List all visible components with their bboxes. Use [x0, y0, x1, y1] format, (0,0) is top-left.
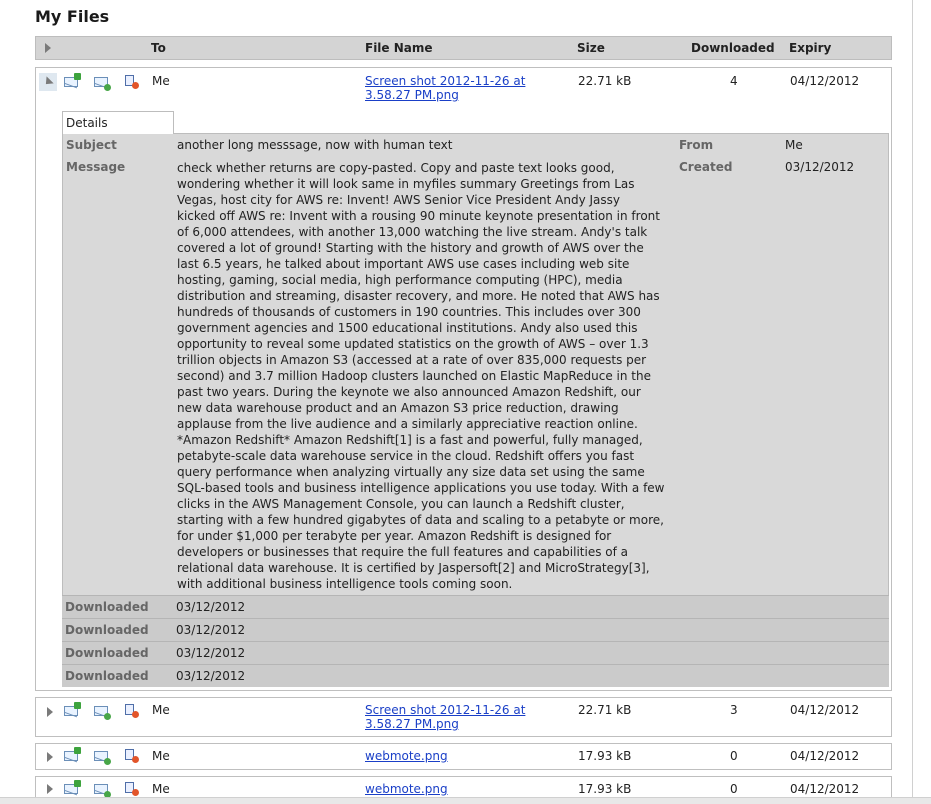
file-name-link[interactable]: Screen shot 2012-11-26 at 3.58.27 PM.png: [365, 703, 525, 731]
message-line: distribution and streaming, disaster rec…: [177, 289, 660, 303]
collapse-button[interactable]: [39, 73, 57, 91]
row-expiry: 04/12/2012: [790, 782, 860, 796]
add-mail-icon[interactable]: [94, 76, 111, 91]
expand-arrow-icon[interactable]: [47, 784, 53, 794]
message-line: Vegas, host city for AWS re: Invent! AWS…: [177, 193, 621, 207]
add-mail-icon[interactable]: [94, 705, 111, 720]
row-size: 22.71 kB: [578, 703, 632, 717]
downloaded-date: 03/12/2012: [176, 669, 246, 683]
row-downloaded-count: 4: [730, 74, 738, 88]
message-line: opportunity to reveal some updated stati…: [177, 337, 649, 351]
downloaded-date: 03/12/2012: [176, 600, 246, 614]
downloaded-label: Downloaded: [65, 646, 149, 660]
row-downloaded-count: 0: [730, 749, 738, 763]
message-line: SQL-based tools and business intelligenc…: [177, 481, 665, 495]
forward-mail-icon[interactable]: [64, 73, 81, 88]
delete-file-icon[interactable]: [124, 749, 139, 763]
row-expiry: 04/12/2012: [790, 749, 860, 763]
message-line: hosting, gaming, social media, high perf…: [177, 273, 623, 287]
row-size: 17.93 kB: [578, 782, 632, 796]
forward-mail-icon[interactable]: [64, 747, 81, 762]
message-line: check whether returns are copy-pasted. C…: [177, 161, 615, 175]
file-name-link[interactable]: Screen shot 2012-11-26 at 3.58.27 PM.png: [365, 74, 525, 102]
message-line: petabyte-scale data warehouse service in…: [177, 449, 635, 463]
download-history-row: Downloaded 03/12/2012: [62, 595, 889, 618]
message-line: with additional business intelligence to…: [177, 577, 513, 591]
downloaded-label: Downloaded: [65, 623, 149, 637]
download-history-row: Downloaded 03/12/2012: [62, 641, 889, 664]
message-line: *Amazon Redshift* Amazon Redshift[1] is …: [177, 433, 643, 447]
created-label: Created: [679, 160, 733, 174]
tab-details[interactable]: Details: [62, 111, 174, 134]
message-line: second) and 3.7 million Hadoop clusters …: [177, 369, 651, 383]
row-size: 22.71 kB: [578, 74, 632, 88]
message-line: relational data warehouse. It is certifi…: [177, 561, 650, 575]
add-mail-icon[interactable]: [94, 783, 111, 798]
column-header-downloaded[interactable]: Downloaded: [691, 41, 775, 55]
column-header-expiry[interactable]: Expiry: [789, 41, 831, 55]
row-to: Me: [152, 749, 170, 763]
from-label: From: [679, 138, 714, 152]
delete-file-icon[interactable]: [124, 782, 139, 796]
message-line: trillion objects in Amazon S3 (accessed …: [177, 353, 647, 367]
message-line: new data warehouse product and an Amazon…: [177, 401, 619, 415]
column-header-file-name[interactable]: File Name: [365, 41, 433, 55]
expand-arrow-icon[interactable]: [47, 707, 53, 717]
download-history-row: Downloaded 03/12/2012: [62, 618, 889, 641]
message-line: covered a lot of ground! Starting with t…: [177, 241, 644, 255]
row-downloaded-count: 0: [730, 782, 738, 796]
downloaded-date: 03/12/2012: [176, 646, 246, 660]
message-line: developers or businesses that require th…: [177, 545, 629, 559]
page-right-border: [912, 0, 913, 803]
delete-file-icon[interactable]: [124, 75, 139, 89]
message-line: for under $1,000 per terabyte per year. …: [177, 529, 612, 543]
page-title: My Files: [35, 7, 110, 26]
message-line: query performance when analyzing virtual…: [177, 465, 645, 479]
message-line: last 6.5 years, he talked about importan…: [177, 257, 630, 271]
row-to: Me: [152, 703, 170, 717]
message-line: of 6,000 attendees, with another 13,000 …: [177, 225, 648, 239]
message-line: clicks in the AWS Management Console, yo…: [177, 497, 625, 511]
message-line: kicked off AWS re: Invent with a rousing…: [177, 209, 660, 223]
message-label: Message: [66, 160, 126, 174]
forward-mail-icon[interactable]: [64, 702, 81, 717]
row-to: Me: [152, 74, 170, 88]
subject-value: another long messsage, now with human te…: [177, 138, 453, 152]
message-line: hundreds of thousands of customers in 19…: [177, 305, 641, 319]
message-line: government agencies and 1500 educational…: [177, 321, 638, 335]
row-to: Me: [152, 782, 170, 796]
downloaded-label: Downloaded: [65, 669, 149, 683]
expand-all-icon[interactable]: [45, 43, 51, 53]
message-line: wondering whether it will look same in m…: [177, 177, 635, 191]
message-line: applause from the live audience and a si…: [177, 417, 638, 431]
created-value: 03/12/2012: [785, 160, 855, 174]
row-expiry: 04/12/2012: [790, 703, 860, 717]
downloaded-date: 03/12/2012: [176, 623, 246, 637]
expand-arrow-icon[interactable]: [47, 752, 53, 762]
file-name-link[interactable]: webmote.png: [365, 782, 448, 796]
message-line: starting with a few hundred gigabytes of…: [177, 513, 664, 527]
row-size: 17.93 kB: [578, 749, 632, 763]
downloaded-label: Downloaded: [65, 600, 149, 614]
table-row[interactable]: Me webmote.png 17.93 kB 0 04/12/2012: [35, 743, 892, 770]
table-header: To File Name Size Downloaded Expiry: [35, 36, 892, 60]
column-header-to[interactable]: To: [151, 41, 166, 55]
row-downloaded-count: 3: [730, 703, 738, 717]
forward-mail-icon[interactable]: [64, 780, 81, 795]
from-value: Me: [785, 138, 803, 152]
file-name-link[interactable]: webmote.png: [365, 749, 448, 763]
message-line: past two years. During the keynote we al…: [177, 385, 641, 399]
column-header-size[interactable]: Size: [577, 41, 605, 55]
add-mail-icon[interactable]: [94, 750, 111, 765]
table-row[interactable]: Me Screen shot 2012-11-26 at 3.58.27 PM.p…: [35, 697, 892, 737]
message-body: check whether returns are copy-pasted. C…: [177, 160, 673, 592]
subject-label: Subject: [66, 138, 117, 152]
download-history-row: Downloaded 03/12/2012: [62, 664, 889, 687]
row-expiry: 04/12/2012: [790, 74, 860, 88]
collapse-arrow-icon: [42, 76, 54, 88]
delete-file-icon[interactable]: [124, 704, 139, 718]
